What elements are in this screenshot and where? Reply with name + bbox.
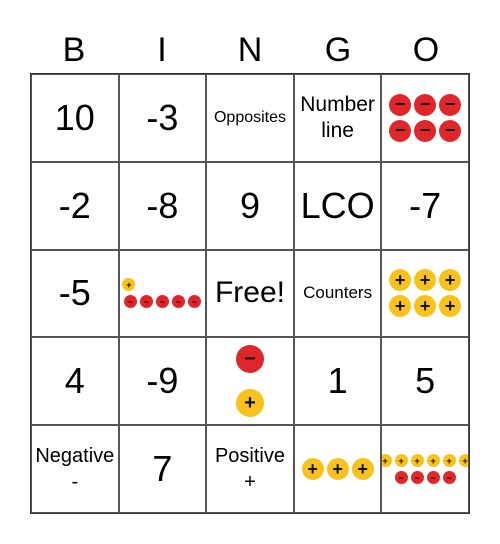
header-letter-g: G — [324, 31, 352, 69]
bingo-cell[interactable]: -9 — [118, 337, 207, 426]
cell-text: -2 — [58, 184, 91, 226]
cell-text: 10 — [54, 96, 95, 138]
bingo-cell[interactable]: Counters — [293, 249, 382, 338]
counter-row: − − − — [389, 119, 462, 142]
bingo-cell[interactable]: -2 — [31, 161, 119, 250]
cell-text: 5 — [415, 360, 436, 402]
positive-counter-icon: + — [122, 278, 136, 292]
counter-row: − − − − — [394, 471, 456, 485]
negative-counter-icon: − — [394, 471, 408, 485]
cell-text-line: - — [71, 471, 79, 494]
negative-counter-icon: − — [235, 345, 264, 374]
bingo-cell[interactable]: Number line — [293, 74, 382, 162]
negative-counter-icon: − — [155, 295, 169, 309]
bingo-cell[interactable]: + + + + + + — [381, 249, 469, 338]
bingo-cell[interactable]: 7 — [118, 425, 207, 513]
bingo-cell[interactable]: 1 — [293, 337, 382, 426]
positive-counter-icon: + — [414, 295, 437, 318]
bingo-cell[interactable]: -3 — [118, 74, 207, 162]
cell-text: Free! — [214, 276, 285, 310]
positive-counter-icon: + — [382, 454, 392, 468]
cell-text: LCO — [300, 184, 375, 226]
counter-row: + + + — [389, 269, 462, 292]
counter-row: + — [122, 278, 202, 292]
negative-counter-icon: − — [171, 295, 185, 309]
positive-counter-icon: + — [301, 458, 324, 481]
cell-text: 1 — [327, 360, 348, 402]
negative-counter-icon: − — [123, 295, 137, 309]
positive-counter-icon: + — [235, 389, 264, 418]
positive-counter-icon: + — [414, 269, 437, 292]
negative-counter-icon: − — [139, 295, 153, 309]
positive-counter-icon: + — [439, 269, 462, 292]
positive-counter-icon: + — [410, 454, 424, 468]
bingo-cell[interactable]: -8 — [118, 161, 207, 250]
bingo-cell[interactable]: + + + — [293, 425, 382, 513]
bingo-cell[interactable]: 4 — [31, 337, 119, 426]
header-letter-o: O — [412, 31, 440, 69]
bingo-cell[interactable]: Negative - — [31, 425, 119, 513]
bingo-cell[interactable]: − + — [206, 337, 294, 426]
header-letter-i: I — [157, 31, 167, 69]
bingo-grid: 10 -3 Opposites Number line − − − − − − -2 -8 9 LCO -7… — [30, 73, 470, 514]
positive-counter-icon: + — [442, 454, 456, 468]
counter-row: − − − — [389, 93, 462, 116]
bingo-cell[interactable]: LCO — [293, 161, 382, 250]
counter-row: − − − − − — [122, 295, 202, 309]
cell-text: Opposites — [213, 108, 287, 126]
bingo-header: B I N G O — [30, 28, 470, 72]
negative-counter-icon: − — [442, 471, 456, 485]
negative-counter-icon: − — [389, 93, 412, 116]
header-letter-n: N — [237, 31, 263, 69]
cell-text: Number line — [300, 92, 375, 142]
bingo-cell[interactable]: Opposites — [206, 74, 294, 162]
cell-text: 9 — [239, 184, 260, 226]
negative-counter-icon: − — [414, 119, 437, 142]
negative-counter-icon: − — [187, 295, 201, 309]
positive-counter-icon: + — [439, 295, 462, 318]
cell-text-line: Positive — [214, 445, 285, 468]
negative-counter-icon: − — [439, 119, 462, 142]
cell-text: 7 — [152, 448, 173, 490]
negative-counter-icon: − — [389, 119, 412, 142]
counter-row: + + + + + + — [382, 454, 468, 468]
cell-text: -8 — [146, 184, 179, 226]
counter-row: + + + — [301, 458, 374, 481]
positive-counter-icon: + — [458, 454, 468, 468]
counter-row: + + + — [389, 295, 462, 318]
positive-counter-icon: + — [351, 458, 374, 481]
positive-counter-icon: + — [326, 458, 349, 481]
bingo-cell[interactable]: Free! — [206, 249, 294, 338]
bingo-cell[interactable]: + + + + + + − − − − — [381, 425, 469, 513]
cell-text-line: Negative — [35, 445, 115, 468]
bingo-cell[interactable]: + − − − − − — [118, 249, 207, 338]
cell-text: Counters — [303, 283, 373, 303]
header-letter-b: B — [62, 31, 86, 69]
cell-text-line: + — [244, 471, 256, 494]
bingo-cell[interactable]: − − − − − − — [381, 74, 469, 162]
cell-text: -9 — [146, 360, 179, 402]
counter-row: − — [235, 341, 264, 377]
cell-text: -7 — [409, 184, 442, 226]
bingo-cell[interactable]: -5 — [31, 249, 119, 338]
bingo-cell[interactable]: 5 — [381, 337, 469, 426]
counter-row: + — [235, 385, 264, 421]
positive-counter-icon: + — [426, 454, 440, 468]
negative-counter-icon: − — [410, 471, 424, 485]
negative-counter-icon: − — [414, 93, 437, 116]
cell-text: -5 — [58, 272, 91, 314]
positive-counter-icon: + — [394, 454, 408, 468]
positive-counter-icon: + — [389, 269, 412, 292]
bingo-cell[interactable]: 10 — [31, 74, 119, 162]
cell-text: -3 — [146, 96, 179, 138]
positive-counter-icon: + — [389, 295, 412, 318]
bingo-cell[interactable]: -7 — [381, 161, 469, 250]
bingo-cell[interactable]: Positive + — [206, 425, 294, 513]
negative-counter-icon: − — [439, 93, 462, 116]
bingo-cell[interactable]: 9 — [206, 161, 294, 250]
cell-text: 4 — [64, 360, 85, 402]
negative-counter-icon: − — [426, 471, 440, 485]
